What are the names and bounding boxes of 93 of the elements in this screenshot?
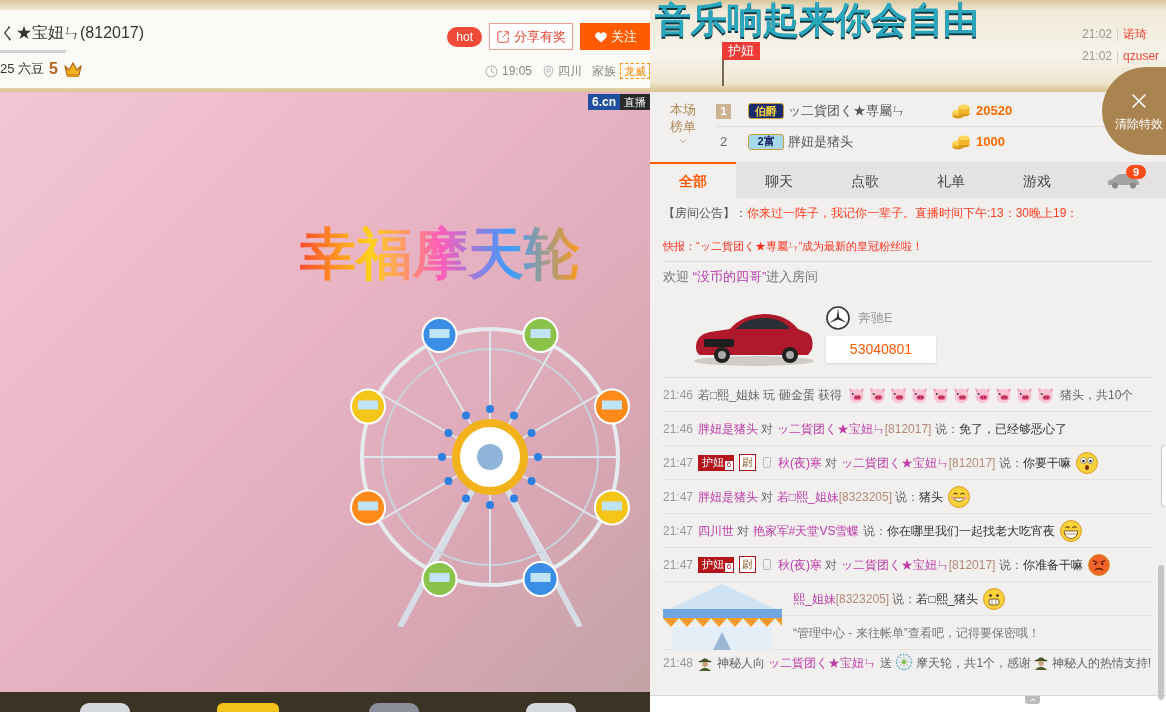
prize-result: 猪头，共10个 xyxy=(1059,386,1134,404)
chevron-up-icon xyxy=(1028,696,1037,704)
tab[interactable]: 礼单 xyxy=(908,162,994,198)
user-link[interactable]: 若□熙_姐妹 xyxy=(776,489,839,504)
user-link[interactable]: 四川世 xyxy=(698,523,735,538)
heart-icon xyxy=(593,29,608,44)
site-logo: 6.cn xyxy=(588,94,620,110)
car-model: 奔驰E xyxy=(858,309,893,328)
flag-label: 护妞 xyxy=(722,42,760,60)
message-time: 21:47 xyxy=(663,454,694,472)
message-text: 秋(夜)寒 对 ッ二貨团く★宝妞ㄣ[812017] 说：你准备干嘛 xyxy=(778,556,1083,574)
user-link[interactable]: 秋(夜)寒 xyxy=(778,557,823,572)
announcement-text: 【房间公告】：你来过一阵子，我记你一辈子。直播时间下午:13：30晚上19： xyxy=(663,205,1079,222)
share-button[interactable]: 分享有奖 xyxy=(489,23,573,50)
grinning-face-icon xyxy=(948,485,971,508)
experience-bar-track xyxy=(0,50,66,53)
guard-label: 护妞 xyxy=(702,557,725,571)
tab[interactable]: 游戏 xyxy=(994,162,1080,198)
live-time: 19:05 xyxy=(501,63,532,80)
scrollbar-thumb[interactable] xyxy=(1158,565,1164,700)
clock-icon xyxy=(484,64,498,78)
user-link[interactable]: 熙_姐妹 xyxy=(793,591,836,606)
surprised-face-icon xyxy=(1075,451,1098,474)
ranking-name: 胖妞是猪头 xyxy=(788,132,854,151)
guard-level: 6 xyxy=(725,460,734,470)
ranking-amount: 20520 xyxy=(976,102,1013,121)
message-time: 21:47 xyxy=(663,556,694,574)
flash-news-text: 快报：“ッ二貨团く★専屬ㄣ”成为最新的皇冠粉丝啦！ xyxy=(663,239,924,255)
message-text: 秋(夜)寒 对 ッ二貨团く★宝妞ㄣ[812017] 说：你要干嘛 xyxy=(778,454,1071,472)
arrival-name: qzuser xyxy=(1123,49,1160,64)
arrival-time: 21:02 xyxy=(1082,49,1113,64)
ranking-name: ッ二貨团く★専屬ㄣ xyxy=(788,102,906,121)
tip-text: “管理中心 - 来往帐单”查看吧，记得要保密哦！ xyxy=(793,624,1040,642)
coin-stack-icon xyxy=(952,103,970,119)
user-link[interactable]: ッ二貨团く★宝妞ㄣ xyxy=(768,656,877,670)
rank-badge: 尉 xyxy=(739,556,757,573)
tab[interactable]: 全部 xyxy=(650,162,736,198)
share-icon xyxy=(496,29,510,44)
message-time: 21:46 xyxy=(663,420,694,438)
welcome-message: 欢迎 “没币的四哥”进入房间 xyxy=(663,268,819,287)
star-emblem-icon xyxy=(826,306,850,330)
guard-level: 6 xyxy=(725,562,734,572)
tab[interactable]: 点歌 xyxy=(822,162,908,198)
message-text: 若□熙_姐妹 玩 砸金蛋 获得 xyxy=(698,386,842,404)
message-time: 21:47 xyxy=(663,522,694,540)
message-time: 21:48 xyxy=(663,655,694,672)
arrival-time: 21:02 xyxy=(1082,27,1113,42)
family-label: 家族 xyxy=(592,63,616,80)
ranking-label: 本场榜单 xyxy=(670,101,696,135)
level-number: 5 xyxy=(49,60,58,77)
message-text: 四川世 对 艳家军#天堂VS雪蝶 说：你在哪里我们一起找老大吃宵夜 xyxy=(698,522,1055,540)
rank-badge: 尉 xyxy=(739,454,757,471)
tab[interactable]: 聊天 xyxy=(736,162,822,198)
message-time: 21:46 xyxy=(663,386,694,404)
count-badge: 9 xyxy=(1126,165,1146,179)
hooded-figure-icon xyxy=(1034,654,1049,670)
banner-title: 音乐响起来你会自由 xyxy=(655,0,979,40)
side-drawer-handle[interactable] xyxy=(1161,445,1166,507)
user-link[interactable]: ッ二貨团く★宝妞ㄣ xyxy=(840,557,949,572)
user-link[interactable]: ッ二貨团く★宝妞ㄣ xyxy=(840,455,949,470)
message-time: 21:47 xyxy=(663,488,694,506)
message-text: 胖妞是猪头 对 ッ二貨团く★宝妞ㄣ[812017] 说：免了，已经够恶心了 xyxy=(698,420,1067,438)
user-link[interactable]: 胖妞是猪头 xyxy=(698,421,759,436)
car-tab[interactable]: 9 xyxy=(1080,162,1166,198)
car-number-box: 53040801 xyxy=(826,336,936,363)
message-text: 胖妞是猪头 对 若□熙_姐妹[8323205] 说：猪头 xyxy=(698,488,944,506)
rank-number: 1 xyxy=(716,103,731,119)
location-text: 四川 xyxy=(558,63,582,80)
follow-button[interactable]: 关注 xyxy=(580,23,650,50)
hooded-figure-icon xyxy=(698,655,713,671)
host-name: く★宝妞ㄣ(812017) xyxy=(0,23,145,43)
arrival-name: 诺琦 xyxy=(1123,27,1148,42)
beans-count: 25 六豆 xyxy=(0,60,45,78)
user-link[interactable]: 秋(夜)寒 xyxy=(778,455,823,470)
family-tag: 龙威 xyxy=(620,63,650,79)
guard-label: 护妞 xyxy=(702,455,725,469)
cheering-face-icon xyxy=(983,587,1006,610)
laughing-face-icon xyxy=(1059,519,1082,542)
message-text: 熙_姐妹[8323205] 说：若□熙_猪头 xyxy=(793,590,979,608)
user-link[interactable]: ッ二貨团く★宝妞ㄣ xyxy=(776,421,885,436)
user-link[interactable]: 胖妞是猪头 xyxy=(698,489,759,504)
hot-badge: hot xyxy=(447,26,482,47)
gift-message: 神秘人向 ッ二貨团く★宝妞ㄣ 送 摩天轮，共1个，感谢 神秘人的热情支持! xyxy=(717,653,1153,673)
ranking-amount: 1000 xyxy=(976,132,1005,151)
location-pin-icon xyxy=(542,64,555,78)
user-link[interactable]: 艳家军#天堂VS雪蝶 xyxy=(752,523,860,538)
angry-face-icon xyxy=(1087,553,1110,576)
coin-stack-icon xyxy=(952,133,970,150)
rank-number: 2 xyxy=(718,134,729,149)
rank-title-badge: 2富 xyxy=(748,133,784,150)
ferris-wheel-icon xyxy=(895,653,914,671)
live-label: 直播 xyxy=(620,94,650,110)
rank-title-badge: 伯爵 xyxy=(748,103,784,119)
